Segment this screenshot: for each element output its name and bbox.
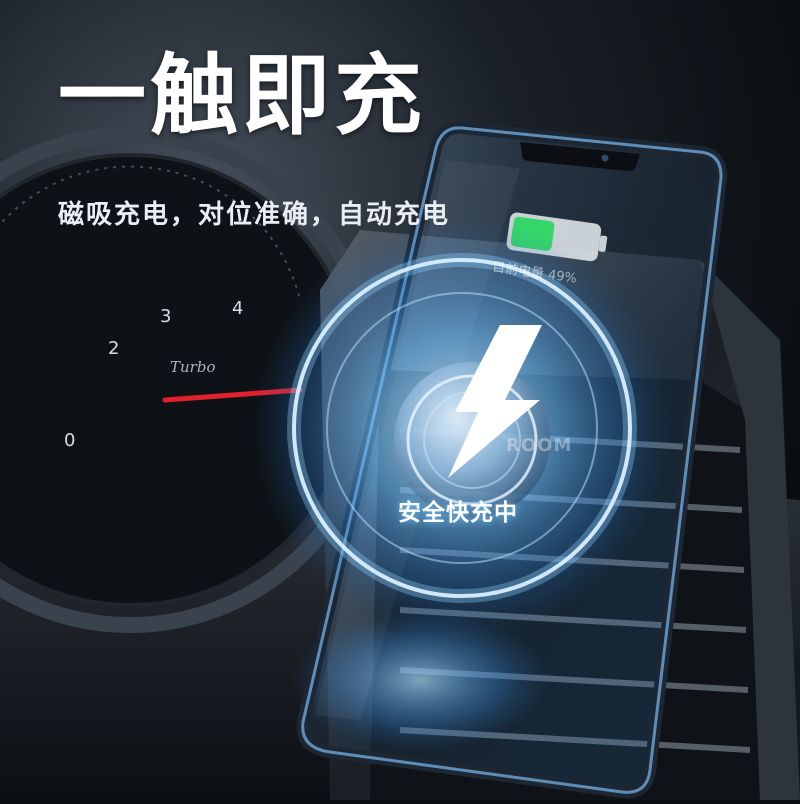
gauge-tick-4: 4 xyxy=(232,298,243,319)
gauge-brand: Turbo xyxy=(170,358,215,376)
subheadline: 磁吸充电，对位准确，自动充电 xyxy=(58,200,451,230)
charging-status: 安全快充中 xyxy=(398,500,518,526)
gauge-tick-3: 3 xyxy=(160,306,171,327)
headline: 一触即充 xyxy=(58,44,427,147)
gauge-tick-0: 0 xyxy=(64,430,75,451)
gauge-tick-2: 2 xyxy=(108,338,119,359)
charger-brand: ROOM xyxy=(506,435,573,456)
